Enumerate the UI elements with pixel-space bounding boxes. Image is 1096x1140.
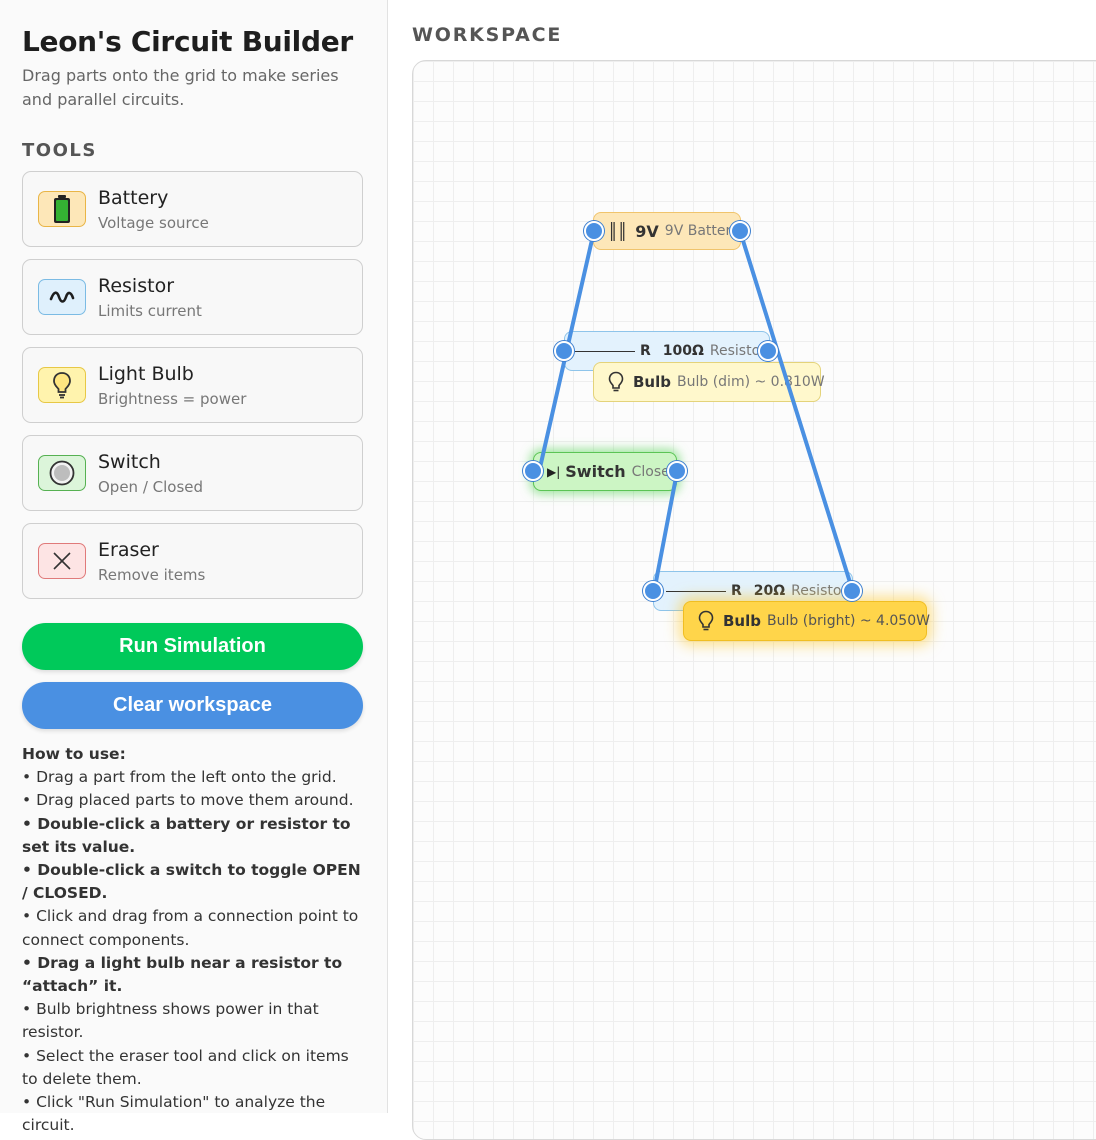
connection-point[interactable] (523, 461, 543, 481)
bulb-component[interactable]: Bulb Bulb (bright) ~ 4.050W (683, 601, 930, 641)
battery-icon (38, 191, 86, 227)
bulb-title: Bulb (633, 373, 671, 391)
resistor-icon (38, 279, 86, 315)
switch-title: Switch (565, 462, 626, 481)
connection-point[interactable] (758, 341, 778, 361)
tool-light-bulb-name: Light Bulb (98, 363, 194, 385)
connection-point[interactable] (730, 221, 750, 241)
sidebar: Leon's Circuit Builder Drag parts onto t… (0, 0, 388, 1134)
eraser-icon (38, 543, 86, 579)
resistor-label: Resistor (791, 583, 848, 599)
connection-point[interactable] (554, 341, 574, 361)
workspace-heading: WORKSPACE (412, 24, 563, 46)
app-subtitle: Drag parts onto the grid to make series … (22, 66, 339, 109)
bulb-icon (38, 367, 86, 403)
resistor-symbol: R (731, 583, 742, 599)
resistor-symbol: R (640, 343, 651, 359)
workspace-grid[interactable]: ║║ 9V 9V Battery R 100Ω Resistor Bulb Bu… (412, 60, 1096, 1140)
tool-resistor-desc: Limits current (98, 302, 202, 320)
run-simulation-button[interactable]: Run Simulation (22, 623, 363, 670)
connection-point[interactable] (643, 581, 663, 601)
bulb-icon (698, 610, 714, 632)
tool-switch-desc: Open / Closed (98, 478, 204, 496)
help-line: • Click and drag from a connection point… (22, 907, 359, 949)
help-line: • Double-click a switch to toggle OPEN /… (22, 861, 361, 903)
battery-value: 9V (635, 221, 659, 241)
app-title: Leon's Circuit Builder (22, 25, 353, 58)
clear-workspace-button[interactable]: Clear workspace (22, 682, 363, 729)
battery-component[interactable]: ║║ 9V 9V Battery (593, 212, 741, 250)
bulb-power-label: Bulb (bright) ~ 4.050W (767, 613, 930, 629)
battery-symbol: ║║ (608, 221, 628, 241)
resistor-lead-icon (575, 350, 635, 352)
tool-light-bulb-desc: Brightness = power (98, 390, 247, 408)
bulb-icon (608, 371, 624, 393)
wire[interactable] (738, 229, 855, 594)
bulb-power-label: Bulb (dim) ~ 0.810W (677, 374, 825, 390)
tool-switch[interactable]: Switch Open / Closed (22, 435, 363, 511)
help-line: • Double-click a battery or resistor to … (22, 814, 351, 856)
tool-eraser[interactable]: Eraser Remove items (22, 523, 363, 599)
battery-label: 9V Battery (664, 223, 740, 239)
resistor-lead-icon (666, 590, 726, 592)
tool-battery[interactable]: Battery Voltage source (22, 171, 363, 247)
help-line: • Drag a part from the left onto the gri… (22, 768, 337, 787)
tool-resistor[interactable]: Resistor Limits current (22, 259, 363, 335)
help-line: • Drag placed parts to move them around. (22, 791, 354, 810)
tool-eraser-name: Eraser (98, 539, 159, 561)
connection-point[interactable] (667, 461, 687, 481)
connection-point[interactable] (584, 221, 604, 241)
help-line: • Select the eraser tool and click on it… (22, 1046, 349, 1088)
switch-symbol: ▶| (547, 464, 561, 479)
bulb-title: Bulb (723, 612, 761, 630)
resistor-value: 100Ω (662, 343, 704, 359)
help-line: • Bulb brightness shows power in that re… (22, 1000, 319, 1042)
tool-battery-name: Battery (98, 187, 169, 209)
tool-switch-name: Switch (98, 451, 161, 473)
tool-resistor-name: Resistor (98, 275, 174, 297)
help-title: How to use: (22, 745, 126, 763)
tool-light-bulb[interactable]: Light Bulb Brightness = power (22, 347, 363, 423)
connection-point[interactable] (842, 581, 862, 601)
tool-battery-desc: Voltage source (98, 214, 209, 232)
help-line: • Drag a light bulb near a resistor to “… (22, 953, 343, 996)
help-line: • Click "Run Simulation" to analyze the … (22, 1093, 326, 1135)
resistor-value: 20Ω (753, 583, 786, 599)
bulb-component[interactable]: Bulb Bulb (dim) ~ 0.810W (593, 362, 825, 402)
switch-component[interactable]: ▶| Switch Closed (533, 452, 679, 491)
switch-icon (38, 455, 86, 491)
help-section: How to use: • Drag a part from the left … (22, 743, 365, 1137)
tool-eraser-desc: Remove items (98, 566, 206, 584)
tools-heading: TOOLS (22, 140, 97, 161)
